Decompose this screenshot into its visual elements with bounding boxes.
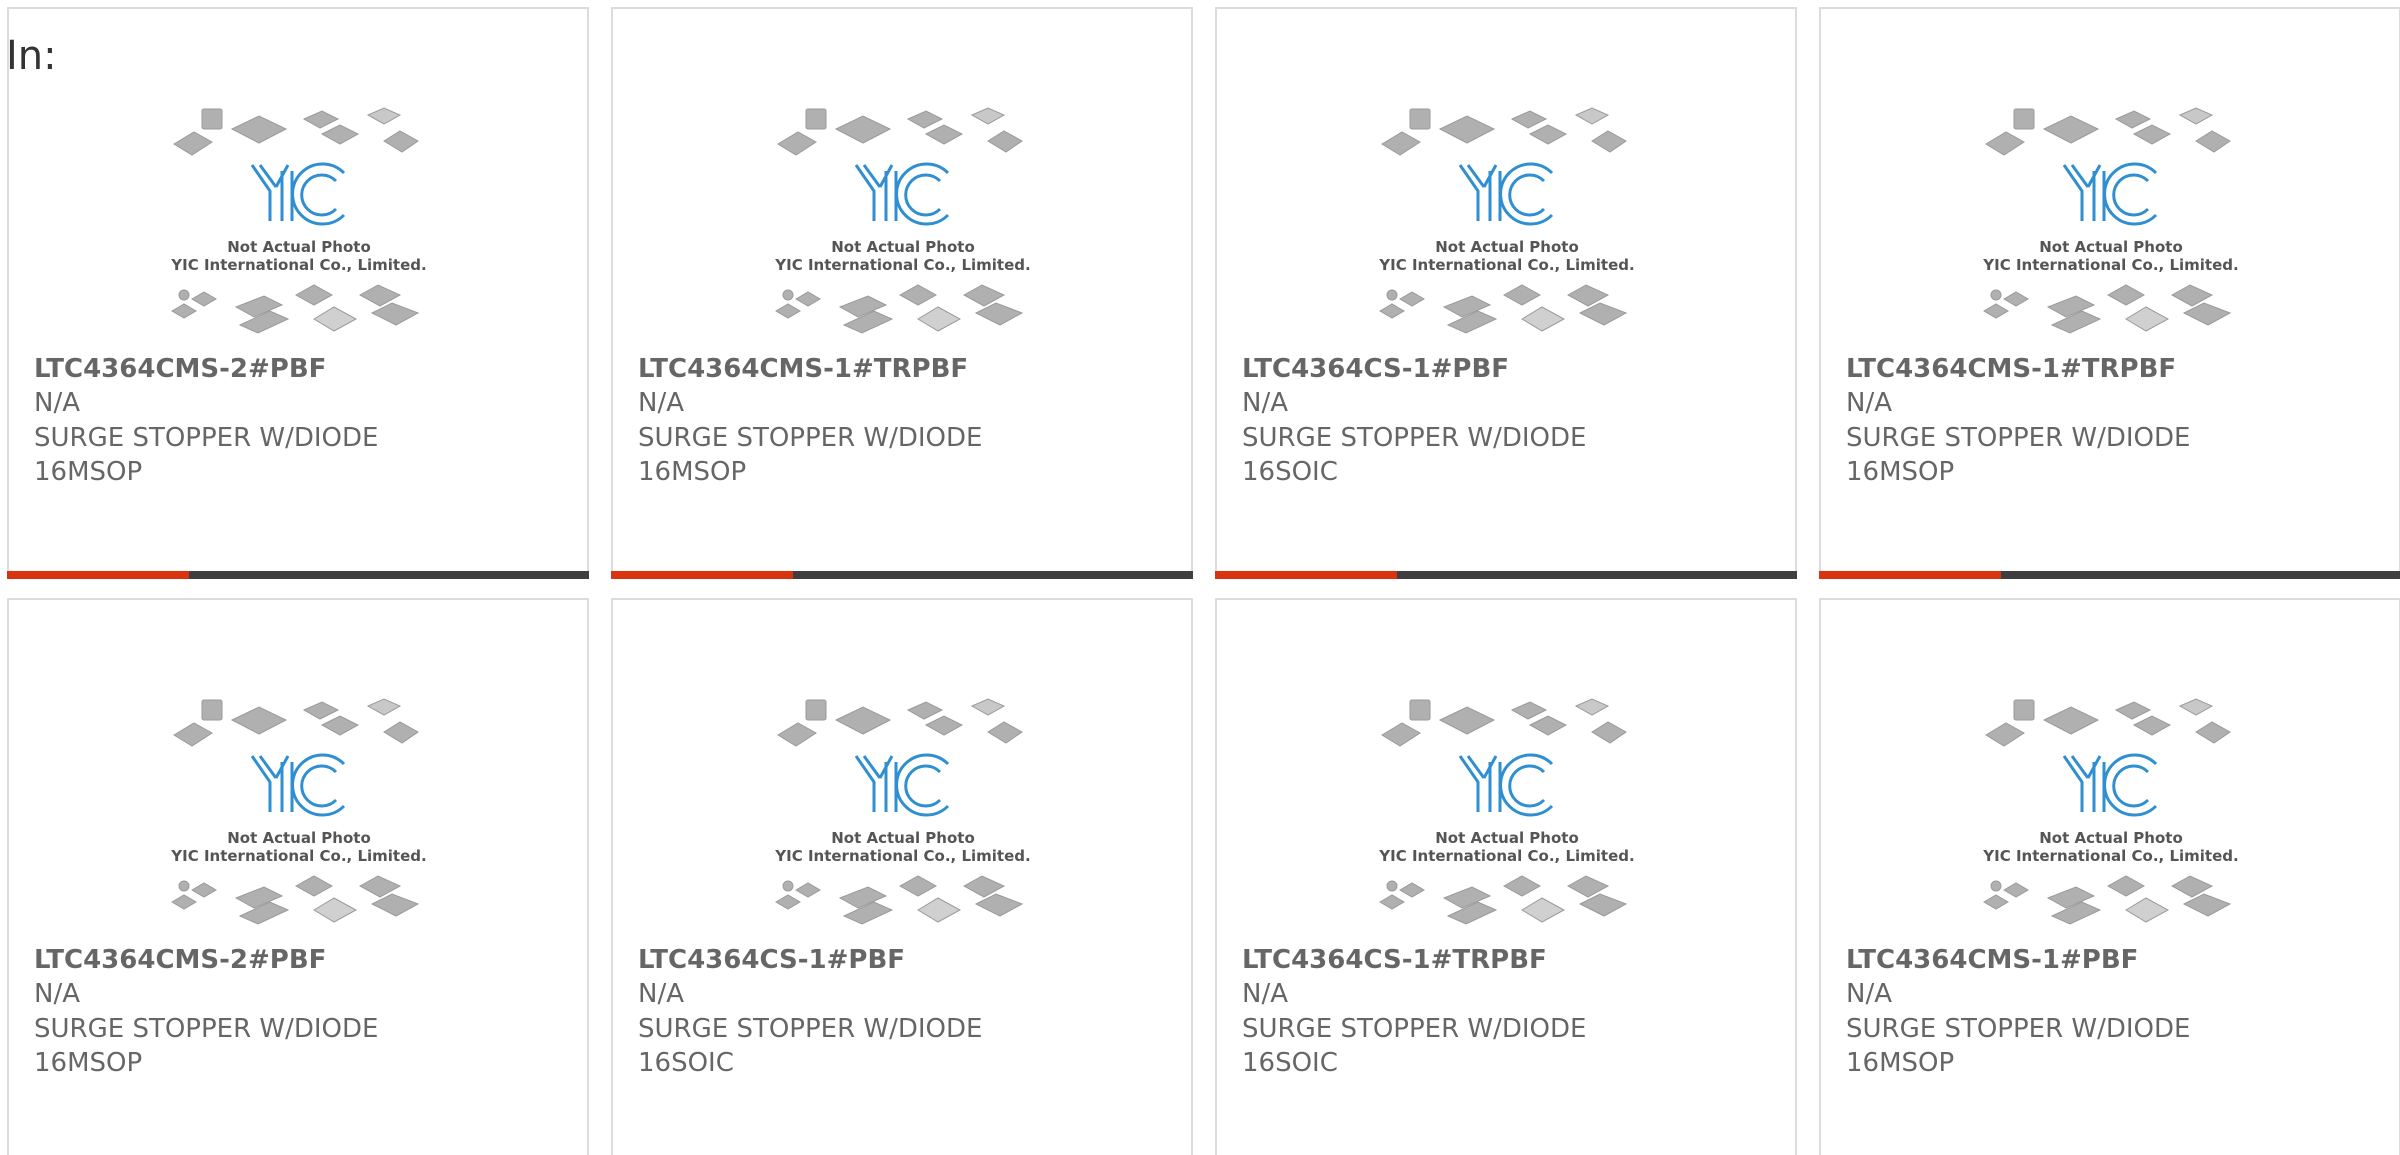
- photo-caption-line1: Not Actual Photo: [2039, 829, 2183, 847]
- product-photo-placeholder: Not Actual Photo YIC International Co., …: [1976, 99, 2246, 344]
- product-manufacturer: N/A: [1242, 388, 1288, 418]
- product-manufacturer: N/A: [1242, 979, 1288, 1009]
- product-card[interactable]: Not Actual Photo YIC International Co., …: [611, 7, 1193, 579]
- product-manufacturer: N/A: [1846, 388, 1892, 418]
- product-part-number[interactable]: LTC4364CMS-1#PBF: [1846, 943, 2138, 977]
- card-bar-accent: [611, 571, 793, 579]
- product-package: 16MSOP: [34, 1048, 143, 1078]
- product-photo-placeholder: Not Actual Photo YIC International Co., …: [1372, 690, 1642, 935]
- product-package: 16SOIC: [638, 1048, 734, 1078]
- product-manufacturer: N/A: [638, 979, 684, 1009]
- product-card[interactable]: Not Actual Photo YIC International Co., …: [7, 7, 589, 579]
- product-package: 16SOIC: [1242, 1048, 1338, 1078]
- photo-caption-line2: YIC International Co., Limited.: [1982, 256, 2238, 274]
- product-part-number[interactable]: LTC4364CS-1#PBF: [638, 943, 905, 977]
- photo-caption-line1: Not Actual Photo: [831, 238, 975, 256]
- product-part-number[interactable]: LTC4364CMS-1#TRPBF: [638, 352, 968, 386]
- card-bar-accent: [7, 571, 189, 579]
- card-bottom-bar: [7, 571, 589, 579]
- product-photo-placeholder: Not Actual Photo YIC International Co., …: [768, 690, 1038, 935]
- product-card[interactable]: Not Actual Photo YIC International Co., …: [1819, 7, 2400, 579]
- product-manufacturer: N/A: [638, 388, 684, 418]
- product-part-number[interactable]: LTC4364CMS-1#TRPBF: [1846, 352, 2176, 386]
- product-grid: Not Actual Photo YIC International Co., …: [0, 0, 2400, 1155]
- product-card[interactable]: Not Actual Photo YIC International Co., …: [1215, 598, 1797, 1155]
- product-card[interactable]: Not Actual Photo YIC International Co., …: [1215, 7, 1797, 579]
- product-description: SURGE STOPPER W/DIODE: [1242, 423, 1587, 453]
- photo-caption-line1: Not Actual Photo: [1435, 829, 1579, 847]
- photo-caption-line2: YIC International Co., Limited.: [1378, 256, 1634, 274]
- product-manufacturer: N/A: [34, 979, 80, 1009]
- product-description: SURGE STOPPER W/DIODE: [638, 423, 983, 453]
- product-photo-placeholder: Not Actual Photo YIC International Co., …: [1976, 690, 2246, 935]
- product-package: 16MSOP: [1846, 457, 1955, 487]
- product-manufacturer: N/A: [1846, 979, 1892, 1009]
- product-part-number[interactable]: LTC4364CS-1#TRPBF: [1242, 943, 1547, 977]
- filter-label: In:: [6, 33, 57, 79]
- card-bar-accent: [1819, 571, 2001, 579]
- product-package: 16MSOP: [34, 457, 143, 487]
- photo-caption-line1: Not Actual Photo: [831, 829, 975, 847]
- photo-caption-line2: YIC International Co., Limited.: [170, 847, 426, 865]
- photo-caption-line1: Not Actual Photo: [1435, 238, 1579, 256]
- product-description: SURGE STOPPER W/DIODE: [638, 1014, 983, 1044]
- product-card[interactable]: Not Actual Photo YIC International Co., …: [1819, 598, 2400, 1155]
- product-description: SURGE STOPPER W/DIODE: [1846, 423, 2191, 453]
- product-description: SURGE STOPPER W/DIODE: [1242, 1014, 1587, 1044]
- product-photo-placeholder: Not Actual Photo YIC International Co., …: [1372, 99, 1642, 344]
- product-description: SURGE STOPPER W/DIODE: [34, 423, 379, 453]
- photo-caption-line1: Not Actual Photo: [227, 829, 371, 847]
- photo-caption-line1: Not Actual Photo: [227, 238, 371, 256]
- product-photo-placeholder: Not Actual Photo YIC International Co., …: [164, 99, 434, 344]
- photo-caption-line2: YIC International Co., Limited.: [774, 256, 1030, 274]
- product-description: SURGE STOPPER W/DIODE: [34, 1014, 379, 1044]
- product-description: SURGE STOPPER W/DIODE: [1846, 1014, 2191, 1044]
- product-part-number[interactable]: LTC4364CS-1#PBF: [1242, 352, 1509, 386]
- product-photo-placeholder: Not Actual Photo YIC International Co., …: [164, 690, 434, 935]
- photo-caption-line2: YIC International Co., Limited.: [774, 847, 1030, 865]
- photo-caption-line1: Not Actual Photo: [2039, 238, 2183, 256]
- product-package: 16SOIC: [1242, 457, 1338, 487]
- product-part-number[interactable]: LTC4364CMS-2#PBF: [34, 352, 326, 386]
- product-photo-placeholder: Not Actual Photo YIC International Co., …: [768, 99, 1038, 344]
- product-part-number[interactable]: LTC4364CMS-2#PBF: [34, 943, 326, 977]
- product-card[interactable]: Not Actual Photo YIC International Co., …: [7, 598, 589, 1155]
- product-card[interactable]: Not Actual Photo YIC International Co., …: [611, 598, 1193, 1155]
- photo-caption-line2: YIC International Co., Limited.: [1378, 847, 1634, 865]
- product-package: 16MSOP: [638, 457, 747, 487]
- card-bottom-bar: [1215, 571, 1797, 579]
- product-results-page: In: Not Actual Photo YIC International C…: [0, 0, 2400, 1155]
- card-bottom-bar: [1819, 571, 2400, 579]
- card-bar-accent: [1215, 571, 1397, 579]
- product-package: 16MSOP: [1846, 1048, 1955, 1078]
- product-manufacturer: N/A: [34, 388, 80, 418]
- photo-caption-line2: YIC International Co., Limited.: [170, 256, 426, 274]
- photo-caption-line2: YIC International Co., Limited.: [1982, 847, 2238, 865]
- card-bottom-bar: [611, 571, 1193, 579]
